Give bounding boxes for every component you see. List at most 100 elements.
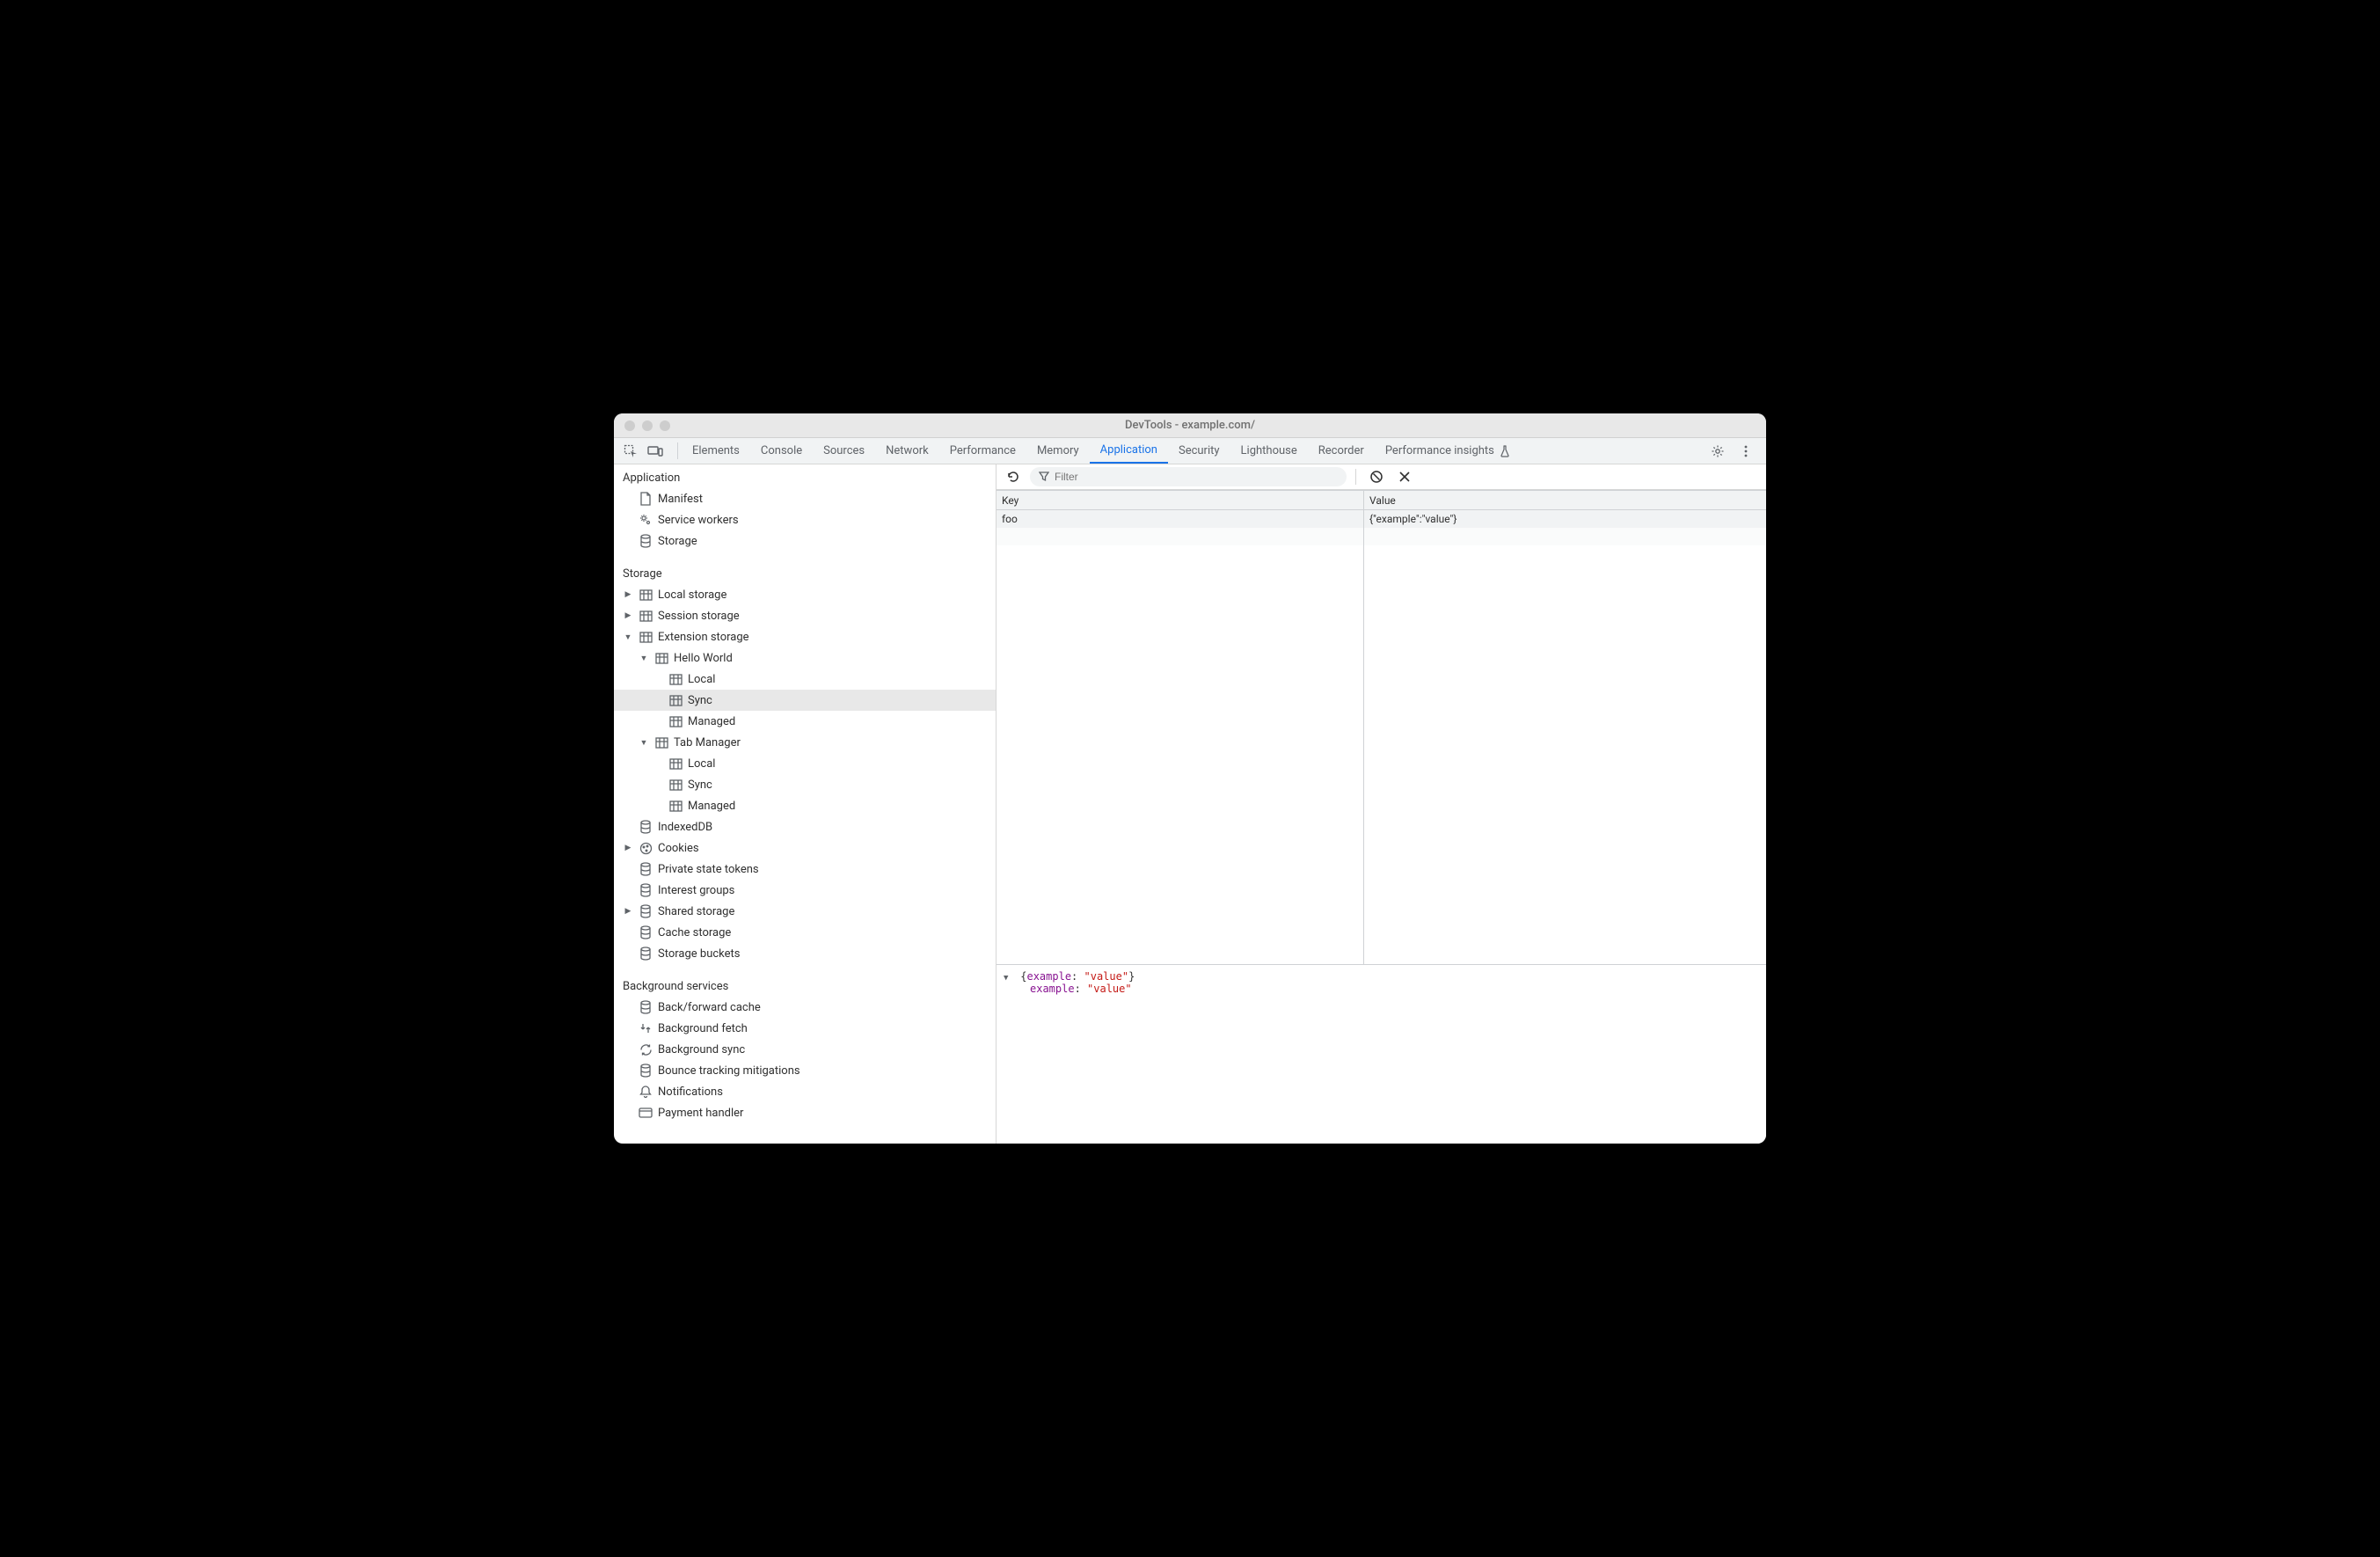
- chevron-down-icon: ▼: [1004, 974, 1012, 983]
- table-cell-key[interactable]: foo: [997, 510, 1363, 528]
- sidebar-item-shared-storage[interactable]: ▶ Shared storage: [614, 901, 996, 922]
- more-icon[interactable]: [1734, 440, 1757, 463]
- tab-recorder[interactable]: Recorder: [1308, 438, 1375, 464]
- sidebar-item-label: Manifest: [658, 493, 703, 506]
- device-toolbar-icon[interactable]: [644, 440, 667, 463]
- minimize-window-button[interactable]: [642, 420, 653, 431]
- sidebar-item-indexeddb[interactable]: IndexedDB: [614, 816, 996, 837]
- inspect-element-icon[interactable]: [619, 440, 642, 463]
- tab-label: Network: [886, 444, 929, 457]
- table-cell-empty[interactable]: [997, 528, 1363, 545]
- sidebar-item-label: Private state tokens: [658, 863, 759, 876]
- separator: [677, 442, 678, 459]
- cookie-icon: [639, 841, 653, 855]
- table-icon: [668, 714, 683, 728]
- tab-elements[interactable]: Elements: [682, 438, 750, 464]
- sidebar-item-ext-hello-managed[interactable]: Managed: [614, 711, 996, 732]
- property-value: "value": [1087, 983, 1132, 995]
- sidebar-item-label: Service workers: [658, 514, 739, 527]
- tab-label: Console: [761, 444, 802, 457]
- sidebar-item-ext-tab-manager[interactable]: ▼ Tab Manager: [614, 732, 996, 753]
- table-icon: [668, 799, 683, 813]
- object-summary[interactable]: ▼ {example: "value"}: [1004, 970, 1759, 983]
- sidebar-item-storage-buckets[interactable]: Storage buckets: [614, 943, 996, 964]
- database-icon: [639, 534, 653, 548]
- zoom-window-button[interactable]: [660, 420, 670, 431]
- sidebar-item-background-fetch[interactable]: Background fetch: [614, 1018, 996, 1039]
- sidebar-item-label: Background fetch: [658, 1022, 748, 1035]
- sidebar-item-notifications[interactable]: Notifications: [614, 1081, 996, 1102]
- sidebar-item-service-workers[interactable]: Service workers: [614, 509, 996, 530]
- sidebar-item-extension-storage[interactable]: ▼ Extension storage: [614, 626, 996, 647]
- close-window-button[interactable]: [624, 420, 635, 431]
- sidebar-item-cache-storage[interactable]: Cache storage: [614, 922, 996, 943]
- tab-network[interactable]: Network: [875, 438, 939, 464]
- sidebar-item-label: Back/forward cache: [658, 1001, 761, 1014]
- key-column-header[interactable]: Key: [997, 491, 1363, 510]
- sidebar-item-session-storage[interactable]: ▶ Session storage: [614, 605, 996, 626]
- filter-field[interactable]: [1030, 467, 1347, 486]
- table-icon: [668, 672, 683, 686]
- sidebar-item-payment-handler[interactable]: Payment handler: [614, 1102, 996, 1123]
- sidebar-item-manifest[interactable]: Manifest: [614, 488, 996, 509]
- sidebar-item-back-forward-cache[interactable]: Back/forward cache: [614, 997, 996, 1018]
- sidebar-item-ext-tabmgr-sync[interactable]: Sync: [614, 774, 996, 795]
- sidebar-item-ext-hello-world[interactable]: ▼ Hello World: [614, 647, 996, 669]
- sidebar-item-private-state-tokens[interactable]: Private state tokens: [614, 859, 996, 880]
- tab-console[interactable]: Console: [750, 438, 813, 464]
- table-cell-empty[interactable]: [1364, 528, 1766, 545]
- database-icon: [639, 1000, 653, 1014]
- tab-security[interactable]: Security: [1168, 438, 1230, 464]
- sidebar-item-label: Storage buckets: [658, 947, 741, 961]
- sidebar-item-label: Interest groups: [658, 884, 734, 897]
- tab-sources[interactable]: Sources: [813, 438, 875, 464]
- table-icon: [639, 609, 653, 623]
- sidebar-item-cookies[interactable]: ▶ Cookies: [614, 837, 996, 859]
- section-header-background-services: Background services: [614, 973, 996, 997]
- sidebar-item-label: Cache storage: [658, 926, 731, 939]
- tab-label: Recorder: [1318, 444, 1364, 457]
- key-column: Key foo: [997, 491, 1364, 964]
- delete-icon[interactable]: [1393, 465, 1416, 488]
- settings-icon[interactable]: [1706, 440, 1729, 463]
- sidebar-item-bounce-tracking[interactable]: Bounce tracking mitigations: [614, 1060, 996, 1081]
- database-icon: [639, 947, 653, 961]
- tab-lighthouse[interactable]: Lighthouse: [1230, 438, 1308, 464]
- sidebar-item-label: Bounce tracking mitigations: [658, 1064, 800, 1078]
- tab-label: Memory: [1037, 444, 1079, 457]
- value-column-header[interactable]: Value: [1364, 491, 1766, 510]
- object-property[interactable]: example: "value": [1004, 983, 1759, 995]
- tab-performance-insights[interactable]: Performance insights: [1375, 438, 1521, 464]
- document-icon: [639, 492, 653, 506]
- sidebar-item-label: Notifications: [658, 1086, 723, 1099]
- brace-close: }: [1128, 970, 1135, 983]
- sidebar-item-label: Extension storage: [658, 631, 749, 644]
- sidebar-item-ext-tabmgr-local[interactable]: Local: [614, 753, 996, 774]
- refresh-icon[interactable]: [1002, 465, 1025, 488]
- table-icon: [668, 693, 683, 707]
- tab-application[interactable]: Application: [1090, 438, 1168, 464]
- chevron-right-icon: ▶: [623, 844, 633, 852]
- database-icon: [639, 862, 653, 876]
- sidebar-item-storage[interactable]: Storage: [614, 530, 996, 552]
- sidebar-item-local-storage[interactable]: ▶ Local storage: [614, 584, 996, 605]
- sidebar-item-ext-tabmgr-managed[interactable]: Managed: [614, 795, 996, 816]
- sidebar-item-ext-hello-local[interactable]: Local: [614, 669, 996, 690]
- clear-all-icon[interactable]: [1365, 465, 1388, 488]
- window-title: DevTools - example.com/: [614, 419, 1766, 432]
- sidebar-item-interest-groups[interactable]: Interest groups: [614, 880, 996, 901]
- tab-label: Application: [1100, 443, 1157, 457]
- tab-memory[interactable]: Memory: [1026, 438, 1090, 464]
- summary-key: example: [1026, 970, 1071, 983]
- summary-sep: :: [1071, 970, 1084, 983]
- tab-performance[interactable]: Performance: [939, 438, 1026, 464]
- filter-input[interactable]: [1055, 471, 1338, 483]
- sidebar-item-background-sync[interactable]: Background sync: [614, 1039, 996, 1060]
- panel-tabs: Elements Console Sources Network Perform…: [682, 438, 1706, 464]
- database-icon: [639, 925, 653, 939]
- sidebar-item-label: IndexedDB: [658, 821, 712, 834]
- table-cell-value[interactable]: {"example":"value"}: [1364, 510, 1766, 528]
- sidebar-item-label: Local: [688, 673, 715, 686]
- sidebar-item-ext-hello-sync[interactable]: Sync: [614, 690, 996, 711]
- property-sep: :: [1075, 983, 1087, 995]
